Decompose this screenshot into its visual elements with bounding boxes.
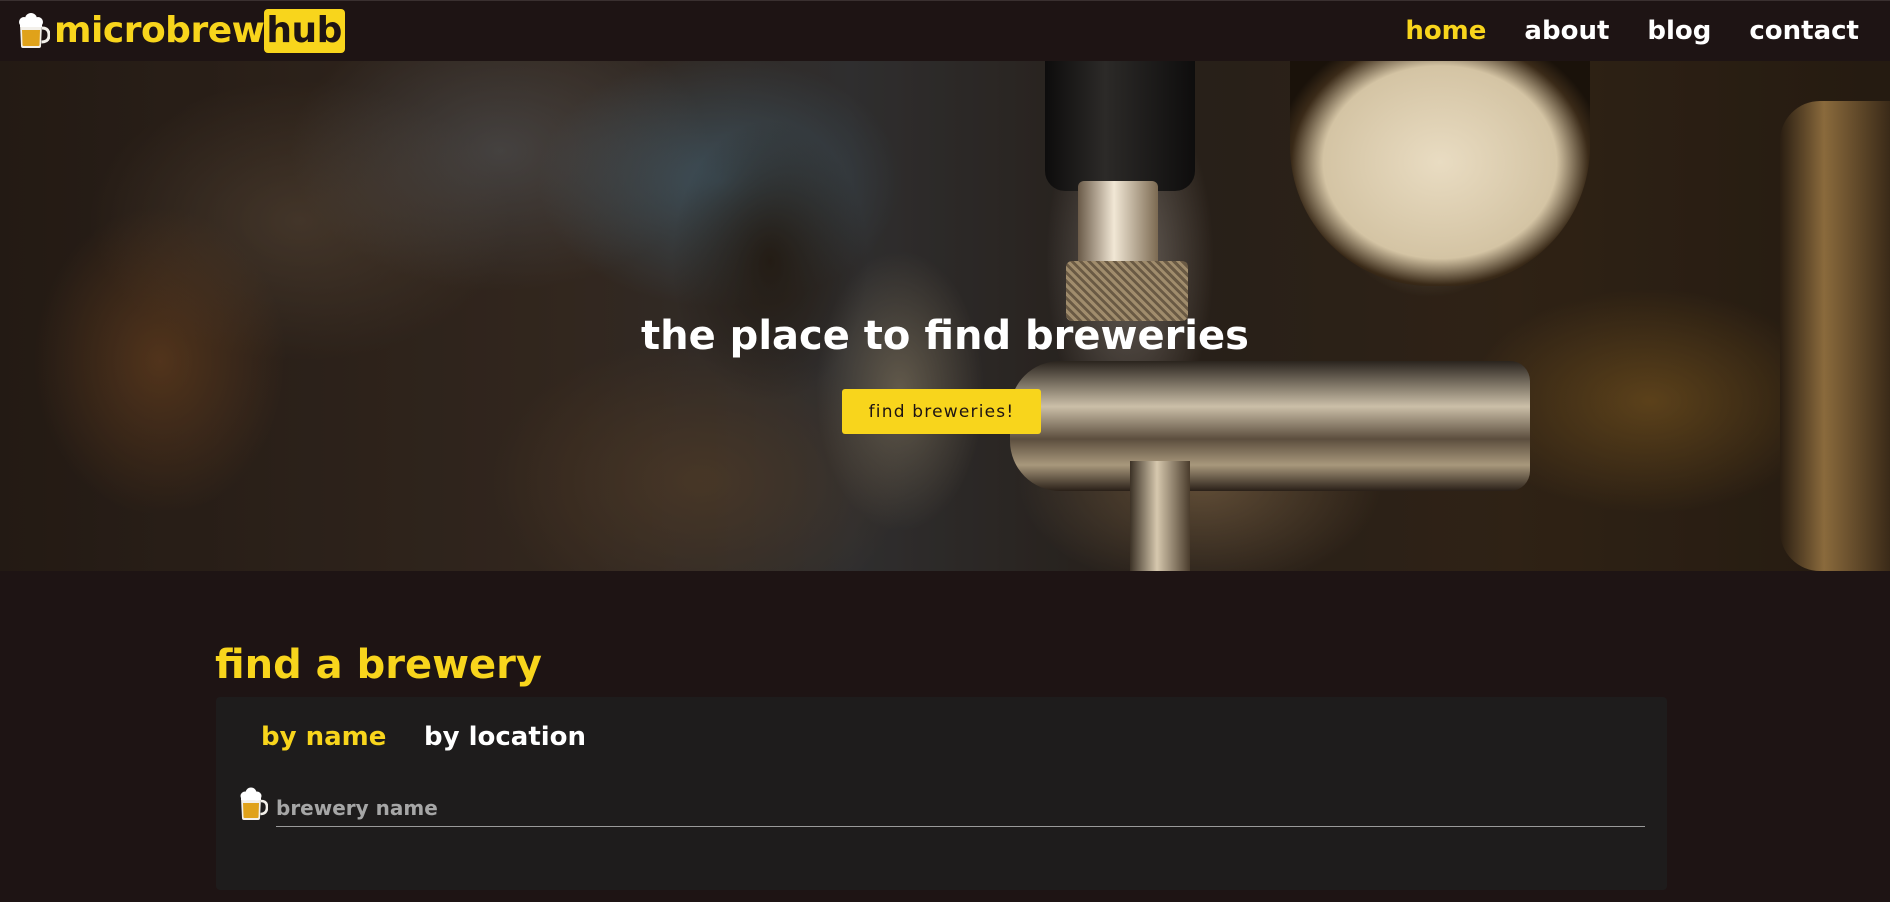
hero-title: the place to find breweries [641,313,1249,359]
brand-highlight: hub [264,9,345,53]
nav-link-about[interactable]: about [1524,16,1609,46]
tab-by-location[interactable]: by location [424,721,586,753]
hero-banner: the place to find breweries find breweri… [0,61,1890,571]
nav-link-home[interactable]: home [1405,16,1486,46]
brand-logo-link[interactable]: microbrew hub [16,9,345,53]
beer-mug-icon [19,13,50,48]
find-brewery-heading: find a brewery [215,642,542,688]
brand-name: microbrew [54,10,265,51]
brewery-name-input[interactable] [276,789,1645,827]
nav-link-contact[interactable]: contact [1749,16,1859,46]
find-breweries-button[interactable]: find breweries! [842,389,1041,434]
search-card: by name by location [216,697,1667,890]
brewery-name-field [238,787,1648,827]
nav-link-blog[interactable]: blog [1647,16,1711,46]
beer-mug-icon [240,787,268,820]
tab-by-name[interactable]: by name [261,721,386,753]
navbar: microbrew hub home about blog contact [0,0,1890,61]
hero-content: the place to find breweries find breweri… [0,61,1890,571]
nav-menu: home about blog contact [1367,16,1859,46]
